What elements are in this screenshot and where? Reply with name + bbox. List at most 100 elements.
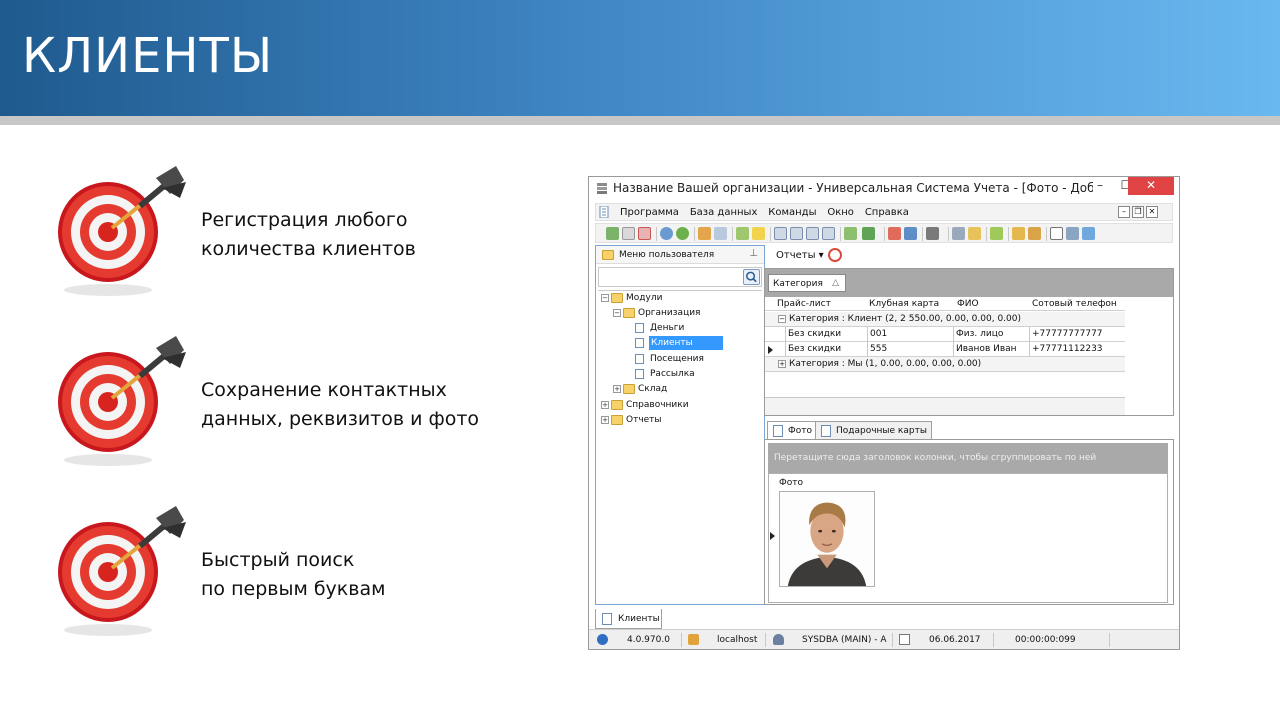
first-record-icon[interactable] bbox=[774, 227, 787, 240]
window-title: Название Вашей организации - Универсальн… bbox=[613, 181, 1093, 195]
bullet-1-line1: Регистрация любого bbox=[201, 209, 408, 231]
mdi-close-button[interactable]: ✕ bbox=[1146, 206, 1158, 218]
toolbar-separator bbox=[1046, 227, 1047, 241]
collapse-icon[interactable]: − bbox=[778, 315, 786, 323]
folder-icon bbox=[623, 308, 635, 318]
settings-icon[interactable] bbox=[968, 227, 981, 240]
photo-grid: Перетащите сюда заголовок колонки, чтобы… bbox=[764, 439, 1174, 605]
export-icon[interactable] bbox=[844, 227, 857, 240]
user-menu-title: Меню пользователя bbox=[619, 250, 715, 260]
bullet-1: Регистрация любого количества клиентов bbox=[52, 164, 522, 304]
calendar-icon bbox=[899, 634, 910, 645]
expand-icon[interactable]: + bbox=[613, 385, 621, 393]
copy-icon[interactable] bbox=[622, 227, 635, 240]
tree-node-label: Организация bbox=[638, 308, 701, 318]
new-window-icon[interactable] bbox=[888, 227, 901, 240]
toolbar-separator bbox=[948, 227, 949, 241]
expand-icon[interactable]: + bbox=[601, 401, 609, 409]
document-icon bbox=[602, 613, 612, 625]
group-by-area: Перетащите сюда заголовок колонки, чтобы… bbox=[768, 443, 1168, 473]
menu-help[interactable]: Справка bbox=[865, 207, 909, 218]
database-icon bbox=[688, 634, 699, 645]
window-icon[interactable] bbox=[904, 227, 917, 240]
column-header-pricelist[interactable]: Прайс-лист bbox=[777, 299, 831, 309]
mdi-restore-button[interactable]: ❐ bbox=[1132, 206, 1144, 218]
print-icon[interactable] bbox=[926, 227, 939, 240]
group-chip-label: Категория bbox=[773, 279, 823, 289]
refresh-icon[interactable] bbox=[606, 227, 619, 240]
expand-icon[interactable]: + bbox=[778, 360, 786, 368]
menu-commands[interactable]: Команды bbox=[768, 207, 816, 218]
lock-icon[interactable] bbox=[1012, 227, 1025, 240]
clients-grid: Категория △ Прайс-лист Клубная карта ФИО… bbox=[764, 268, 1174, 416]
toolbar-separator bbox=[656, 227, 657, 241]
menu-program[interactable]: Программа bbox=[620, 207, 679, 218]
filter-clear-icon[interactable] bbox=[714, 227, 727, 240]
menu-search-input[interactable] bbox=[598, 267, 762, 287]
folder-icon bbox=[611, 293, 623, 303]
toolbar-separator bbox=[732, 227, 733, 241]
group-row-clients[interactable]: − Категория : Клиент (2, 2 550.00, 0.00,… bbox=[765, 312, 1125, 327]
printer-icon[interactable] bbox=[1066, 227, 1079, 240]
user-menu-header: Меню пользователя ⊥ bbox=[596, 246, 764, 264]
minimize-button[interactable]: – bbox=[1087, 177, 1113, 195]
reports-dropdown[interactable]: Отчеты ▾ bbox=[776, 250, 824, 261]
tools-icon[interactable] bbox=[952, 227, 965, 240]
search-button[interactable] bbox=[743, 269, 760, 285]
close-button[interactable]: ✕ bbox=[1128, 177, 1174, 195]
expand-icon[interactable]: + bbox=[601, 416, 609, 424]
group-chip-category[interactable]: Категория △ bbox=[768, 274, 846, 292]
toolbar-separator bbox=[922, 227, 923, 241]
column-header-name[interactable]: ФИО bbox=[957, 299, 979, 309]
client-photo[interactable] bbox=[779, 491, 875, 587]
table-row[interactable]: Без скидки 001 Физ. лицо +77777777777 bbox=[765, 327, 1125, 342]
database-app-icon bbox=[597, 183, 607, 194]
excel-icon[interactable] bbox=[862, 227, 875, 240]
app-window: Название Вашей организации - Универсальн… bbox=[588, 176, 1180, 650]
pin-icon[interactable]: ⊥ bbox=[749, 248, 758, 259]
delete-icon[interactable] bbox=[638, 227, 651, 240]
window-tab-clients[interactable]: Клиенты bbox=[595, 609, 662, 629]
sync-icon[interactable] bbox=[676, 227, 689, 240]
tab-photo[interactable]: Фото bbox=[767, 421, 818, 439]
collapse-icon[interactable]: − bbox=[601, 294, 609, 302]
search-icon[interactable] bbox=[660, 227, 673, 240]
tree-node-label: Склад bbox=[638, 384, 668, 394]
menu-database[interactable]: База данных bbox=[690, 207, 758, 218]
cell-club-card: 555 bbox=[870, 344, 888, 354]
calendar-icon[interactable] bbox=[1050, 227, 1063, 240]
users-icon[interactable] bbox=[1028, 227, 1041, 240]
menu-window[interactable]: Окно bbox=[827, 207, 854, 218]
calculator-icon[interactable] bbox=[990, 227, 1003, 240]
folder-icon bbox=[611, 400, 623, 410]
filter-icon[interactable] bbox=[698, 227, 711, 240]
refresh-icon[interactable] bbox=[828, 248, 842, 262]
bullet-1-line2: количества клиентов bbox=[201, 238, 416, 260]
folder-icon bbox=[623, 384, 635, 394]
info-icon bbox=[597, 634, 608, 645]
add-icon[interactable] bbox=[736, 227, 749, 240]
group-row-us[interactable]: + Категория : Мы (1, 0.00, 0.00, 0.00, 0… bbox=[765, 357, 1125, 372]
next-record-icon[interactable] bbox=[806, 227, 819, 240]
status-separator bbox=[681, 633, 682, 647]
folder-icon bbox=[602, 250, 614, 260]
last-record-icon[interactable] bbox=[822, 227, 835, 240]
sort-icon[interactable]: △ bbox=[832, 278, 839, 288]
prev-record-icon[interactable] bbox=[790, 227, 803, 240]
tree-node-label: Справочники bbox=[626, 400, 689, 410]
column-header-club-card[interactable]: Клубная карта bbox=[869, 299, 939, 309]
status-bar: 4.0.970.0 localhost SYSDBA (MAIN) - A 06… bbox=[589, 629, 1179, 649]
collapse-icon[interactable]: − bbox=[613, 309, 621, 317]
bullet-2-line1: Сохранение контактных bbox=[201, 379, 447, 401]
tree-node-clients[interactable]: Клиенты bbox=[625, 336, 762, 350]
document-icon bbox=[635, 369, 644, 379]
tab-gift-cards[interactable]: Подарочные карты bbox=[815, 421, 932, 439]
note-icon[interactable] bbox=[752, 227, 765, 240]
mdi-minimize-button[interactable]: – bbox=[1118, 206, 1130, 218]
forward-icon[interactable] bbox=[1082, 227, 1095, 240]
column-header-phone[interactable]: Сотовый телефон bbox=[1032, 299, 1117, 309]
grid-footer bbox=[765, 397, 1125, 415]
column-header-photo[interactable]: Фото bbox=[779, 478, 803, 488]
main-toolbar bbox=[595, 223, 1173, 243]
table-row[interactable]: Без скидки 555 Иванов Иван +77771112233 bbox=[765, 342, 1125, 357]
